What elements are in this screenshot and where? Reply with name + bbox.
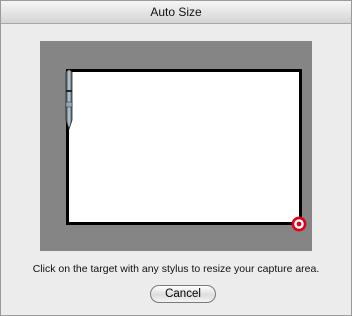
resize-target-icon[interactable] bbox=[291, 216, 307, 232]
capture-area-frame bbox=[66, 69, 302, 225]
dialog-title: Auto Size bbox=[1, 1, 351, 24]
cancel-button[interactable]: Cancel bbox=[150, 285, 216, 303]
capture-preview bbox=[40, 41, 312, 251]
instruction-text: Click on the target with any stylus to r… bbox=[32, 263, 320, 275]
auto-size-dialog: Auto Size Click on the target with any s… bbox=[0, 0, 352, 316]
pen-stylus-icon bbox=[65, 69, 73, 130]
